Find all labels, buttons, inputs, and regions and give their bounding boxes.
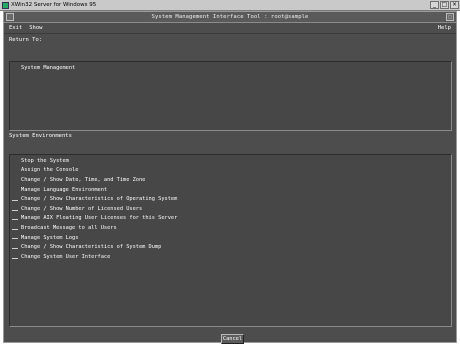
system-environments-list[interactable]: Stop the System Assign the Console Chang… <box>9 154 452 327</box>
list-item-marker <box>12 247 18 249</box>
list-item-label: Change / Show Number of Licensed Users <box>21 205 143 212</box>
menu-exit[interactable]: Exit <box>9 25 22 31</box>
maximize-icon[interactable]: □ <box>440 1 449 9</box>
list-item[interactable]: Change System User Interface <box>10 252 451 262</box>
list-item-label: Stop the System <box>21 157 69 164</box>
list-item[interactable]: Change / Show Characteristics of Operati… <box>10 194 451 204</box>
minimize-icon[interactable]: _ <box>430 1 439 9</box>
window-menu-icon[interactable] <box>6 13 14 21</box>
window-title: System Management Interface Tool : root@… <box>151 14 309 20</box>
list-item[interactable]: Assign the Console <box>10 166 451 176</box>
cancel-button[interactable]: Cancel <box>221 334 244 344</box>
window-titlebar: System Management Interface Tool : root@… <box>4 12 456 23</box>
list-item-marker <box>12 257 18 259</box>
list-item[interactable]: Change / Show Date, Time, and Time Zone <box>10 175 451 185</box>
list-item-marker <box>12 69 18 70</box>
list-item-label: Manage Language Environment <box>21 186 108 193</box>
list-item-marker <box>12 162 18 163</box>
list-item-marker <box>12 171 18 172</box>
menu-help[interactable]: Help <box>438 25 451 31</box>
list-item[interactable]: Change / Show Characteristics of System … <box>10 242 451 252</box>
list-item-marker <box>12 228 18 230</box>
list-item[interactable]: Change / Show Number of Licensed Users <box>10 204 451 214</box>
list-item-marker <box>12 238 18 240</box>
return-to-list[interactable]: System Management <box>9 61 452 131</box>
list-item-label: Change / Show Characteristics of System … <box>21 244 162 251</box>
list-item-label: Broadcast Message to all Users <box>21 224 117 231</box>
list-item[interactable]: Manage AIX Floating User Licenses for th… <box>10 214 451 224</box>
list-item[interactable]: Manage Language Environment <box>10 185 451 195</box>
host-titlebar: XWin32 Server for Windows 95 _ □ × <box>0 0 460 11</box>
list-item-label: Manage System Logs <box>21 234 79 241</box>
list-item-label: Manage AIX Floating User Licenses for th… <box>21 215 178 222</box>
host-title: XWin32 Server for Windows 95 <box>11 2 97 8</box>
list-item-label: Change System User Interface <box>21 253 111 260</box>
list-item-marker <box>12 219 18 221</box>
list-item-label: Change / Show Date, Time, and Time Zone <box>21 176 146 183</box>
app-icon <box>2 1 9 9</box>
menu-show[interactable]: Show <box>29 25 42 31</box>
list-item[interactable]: Stop the System <box>10 156 451 166</box>
host-window-controls: _ □ × <box>430 1 460 9</box>
list-item-marker <box>12 190 18 191</box>
return-to-label: Return To: <box>9 37 43 43</box>
list-item-label: Assign the Console <box>21 167 79 174</box>
smit-window: System Management Interface Tool : root@… <box>3 11 457 344</box>
close-icon[interactable]: × <box>450 1 459 9</box>
list-item-label: System Management <box>21 64 76 71</box>
list-item-label: Change / Show Characteristics of Operati… <box>21 196 178 203</box>
list-item[interactable]: Manage System Logs <box>10 233 451 243</box>
list-item[interactable]: System Management <box>10 63 451 73</box>
system-environments-label: System Environments <box>9 133 72 139</box>
list-item-marker <box>12 199 18 201</box>
menubar: Exit Show Help <box>4 23 456 34</box>
list-item-marker <box>12 181 18 182</box>
window-maximize-icon[interactable]: □ <box>446 13 454 21</box>
list-item[interactable]: Broadcast Message to all Users <box>10 223 451 233</box>
list-item-marker <box>12 209 18 211</box>
